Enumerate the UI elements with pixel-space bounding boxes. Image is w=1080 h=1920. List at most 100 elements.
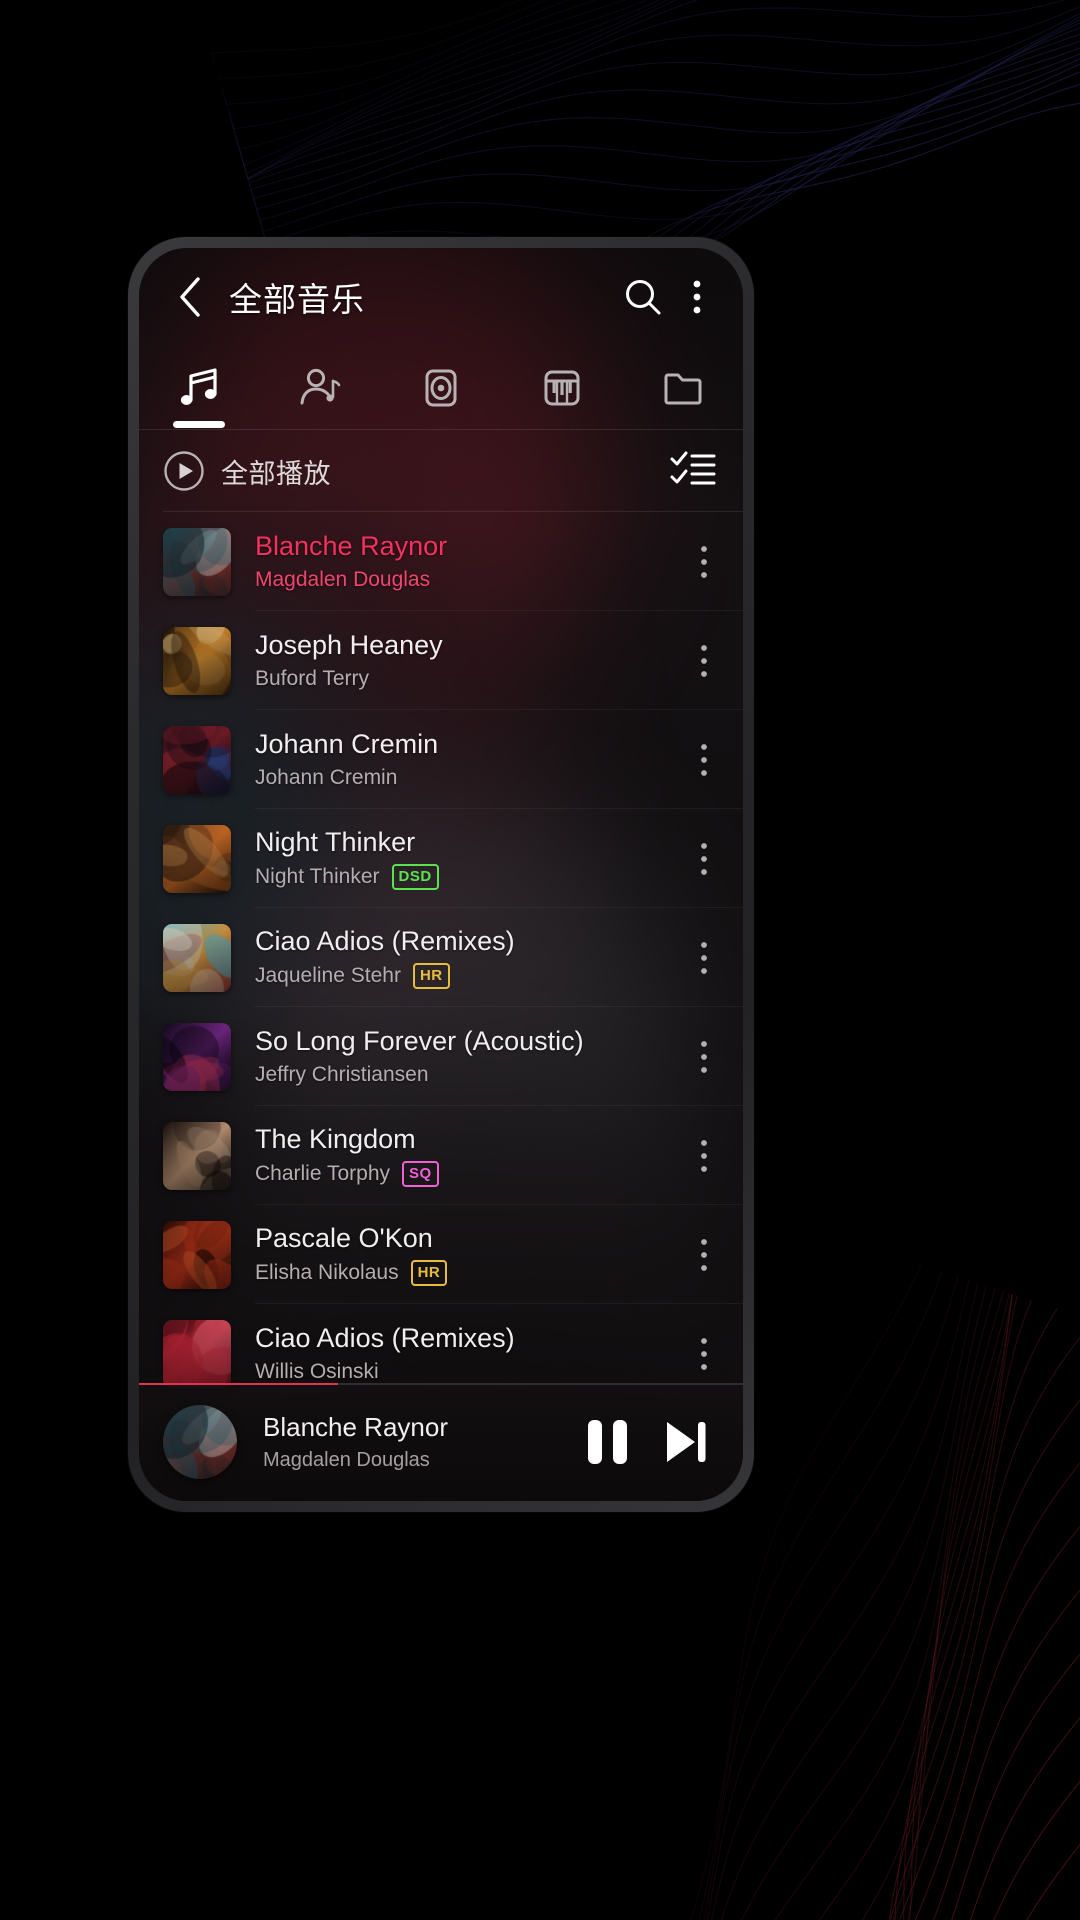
song-overflow-button[interactable] (681, 1022, 727, 1092)
music-note-icon (181, 368, 217, 405)
song-overflow-button[interactable] (681, 626, 727, 696)
song-artist: Elisha Nikolaus (255, 1261, 399, 1284)
more-vertical-icon (701, 842, 707, 875)
sidebar-item-artists[interactable] (260, 346, 381, 430)
playback-progress-bar[interactable] (139, 1383, 743, 1385)
song-title: Ciao Adios (Remixes) (255, 926, 515, 956)
song-row[interactable]: Pascale O'Kon Elisha Nikolaus HR (139, 1205, 743, 1304)
more-vertical-icon (701, 1238, 707, 1271)
song-title: Ciao Adios (Remixes) (255, 1323, 515, 1353)
song-album-art (163, 1121, 231, 1190)
song-title: Joseph Heaney (255, 630, 443, 660)
active-tab-indicator (173, 421, 226, 428)
song-title: Johann Cremin (255, 729, 439, 759)
song-meta: The Kingdom Charlie Torphy SQ (231, 1124, 681, 1187)
quality-badge: SQ (402, 1161, 439, 1187)
song-album-art (163, 824, 231, 893)
chevron-left-icon (180, 277, 200, 317)
song-meta: Pascale O'Kon Elisha Nikolaus HR (231, 1223, 681, 1286)
song-album-art (163, 923, 231, 992)
page-title: 全部音乐 (229, 281, 365, 318)
search-button[interactable] (615, 269, 671, 325)
pause-icon (588, 1420, 627, 1464)
quality-badge: HR (410, 1260, 448, 1286)
more-vertical-icon (701, 545, 707, 578)
song-overflow-button[interactable] (681, 1220, 727, 1290)
song-row[interactable]: Ciao Adios (Remixes) Jaqueline Stehr HR (139, 908, 743, 1007)
song-meta: Ciao Adios (Remixes) Willis Osinski (231, 1323, 681, 1384)
song-album-art (163, 1022, 231, 1091)
song-title: Blanche Raynor (255, 531, 448, 561)
overflow-menu-button[interactable] (677, 269, 717, 325)
song-overflow-button[interactable] (681, 923, 727, 993)
pause-button[interactable] (588, 1420, 627, 1464)
song-subtitle-row: Jaqueline Stehr HR (255, 963, 681, 989)
song-artist: Willis Osinski (255, 1360, 379, 1383)
song-subtitle-row: Johann Cremin (255, 766, 681, 790)
skip-next-icon (667, 1422, 706, 1462)
song-row[interactable]: Blanche Raynor Magdalen Douglas (139, 512, 743, 611)
play-circle-icon (164, 451, 204, 491)
album-disc-icon (425, 369, 457, 407)
back-button[interactable] (163, 270, 217, 324)
song-row[interactable]: The Kingdom Charlie Torphy SQ (139, 1106, 743, 1205)
song-subtitle-row: Night Thinker DSD (255, 864, 681, 890)
song-overflow-button[interactable] (681, 824, 727, 894)
app-bar: 全部音乐 (139, 248, 743, 346)
library-tab-bar (139, 346, 743, 430)
song-album-art (163, 626, 231, 695)
song-overflow-button[interactable] (681, 1319, 727, 1389)
song-row[interactable]: So Long Forever (Acoustic) Jeffry Christi… (139, 1007, 743, 1106)
song-album-art (163, 725, 231, 794)
more-vertical-icon (701, 1337, 707, 1370)
play-all-label: 全部播放 (221, 458, 331, 489)
phone-screen: 全部音乐 全部播放 Blanche Raynor Magdalen Dougla… (139, 248, 743, 1501)
more-vertical-icon (693, 280, 701, 314)
now-playing-album-art[interactable] (163, 1405, 237, 1479)
sidebar-item-songs[interactable] (139, 346, 260, 430)
song-title: So Long Forever (Acoustic) (255, 1026, 584, 1056)
song-subtitle-row: Magdalen Douglas (255, 568, 681, 592)
song-row[interactable]: Johann Cremin Johann Cremin (139, 710, 743, 809)
now-playing-artist: Magdalen Douglas (263, 1449, 430, 1471)
song-list[interactable]: Blanche Raynor Magdalen Douglas Joseph Hea… (139, 512, 743, 1501)
song-meta: Joseph Heaney Buford Terry (231, 630, 681, 691)
song-meta: Ciao Adios (Remixes) Jaqueline Stehr HR (231, 926, 681, 989)
song-artist: Night Thinker (255, 865, 380, 888)
song-subtitle-row: Jeffry Christiansen (255, 1063, 681, 1087)
play-all-button[interactable]: 全部播放 (163, 450, 669, 492)
now-playing-bar[interactable]: Blanche Raynor Magdalen Douglas (139, 1383, 743, 1501)
song-artist: Charlie Torphy (255, 1162, 391, 1185)
more-vertical-icon (701, 644, 707, 677)
song-artist: Jeffry Christiansen (255, 1063, 429, 1086)
song-title: The Kingdom (255, 1124, 416, 1154)
song-overflow-button[interactable] (681, 725, 727, 795)
more-vertical-icon (701, 1139, 707, 1172)
multiselect-button[interactable] (669, 448, 717, 495)
song-album-art (163, 1319, 231, 1388)
phone-device-frame: 全部音乐 全部播放 Blanche Raynor Magdalen Dougla… (128, 237, 754, 1512)
playback-controls (588, 1419, 717, 1465)
song-meta: Johann Cremin Johann Cremin (231, 729, 681, 790)
more-vertical-icon (701, 1040, 707, 1073)
song-artist: Johann Cremin (255, 766, 398, 789)
song-meta: Blanche Raynor Magdalen Douglas (231, 531, 681, 592)
sidebar-item-albums[interactable] (381, 346, 502, 430)
quality-badge: DSD (391, 864, 439, 890)
song-subtitle-row: Willis Osinski (255, 1360, 681, 1384)
now-playing-title: Blanche Raynor (263, 1412, 448, 1442)
more-vertical-icon (701, 941, 707, 974)
song-overflow-button[interactable] (681, 1121, 727, 1191)
more-vertical-icon (701, 743, 707, 776)
song-artist: Buford Terry (255, 667, 369, 690)
sidebar-item-folders[interactable] (622, 346, 743, 430)
sidebar-item-genres[interactable] (501, 346, 622, 430)
song-row[interactable]: Night Thinker Night Thinker DSD (139, 809, 743, 908)
next-track-button[interactable] (661, 1419, 711, 1465)
song-overflow-button[interactable] (681, 527, 727, 597)
song-subtitle-row: Charlie Torphy SQ (255, 1161, 681, 1187)
song-title: Night Thinker (255, 827, 416, 857)
song-album-art (163, 527, 231, 596)
song-meta: So Long Forever (Acoustic) Jeffry Christi… (231, 1026, 681, 1087)
song-row[interactable]: Joseph Heaney Buford Terry (139, 611, 743, 710)
